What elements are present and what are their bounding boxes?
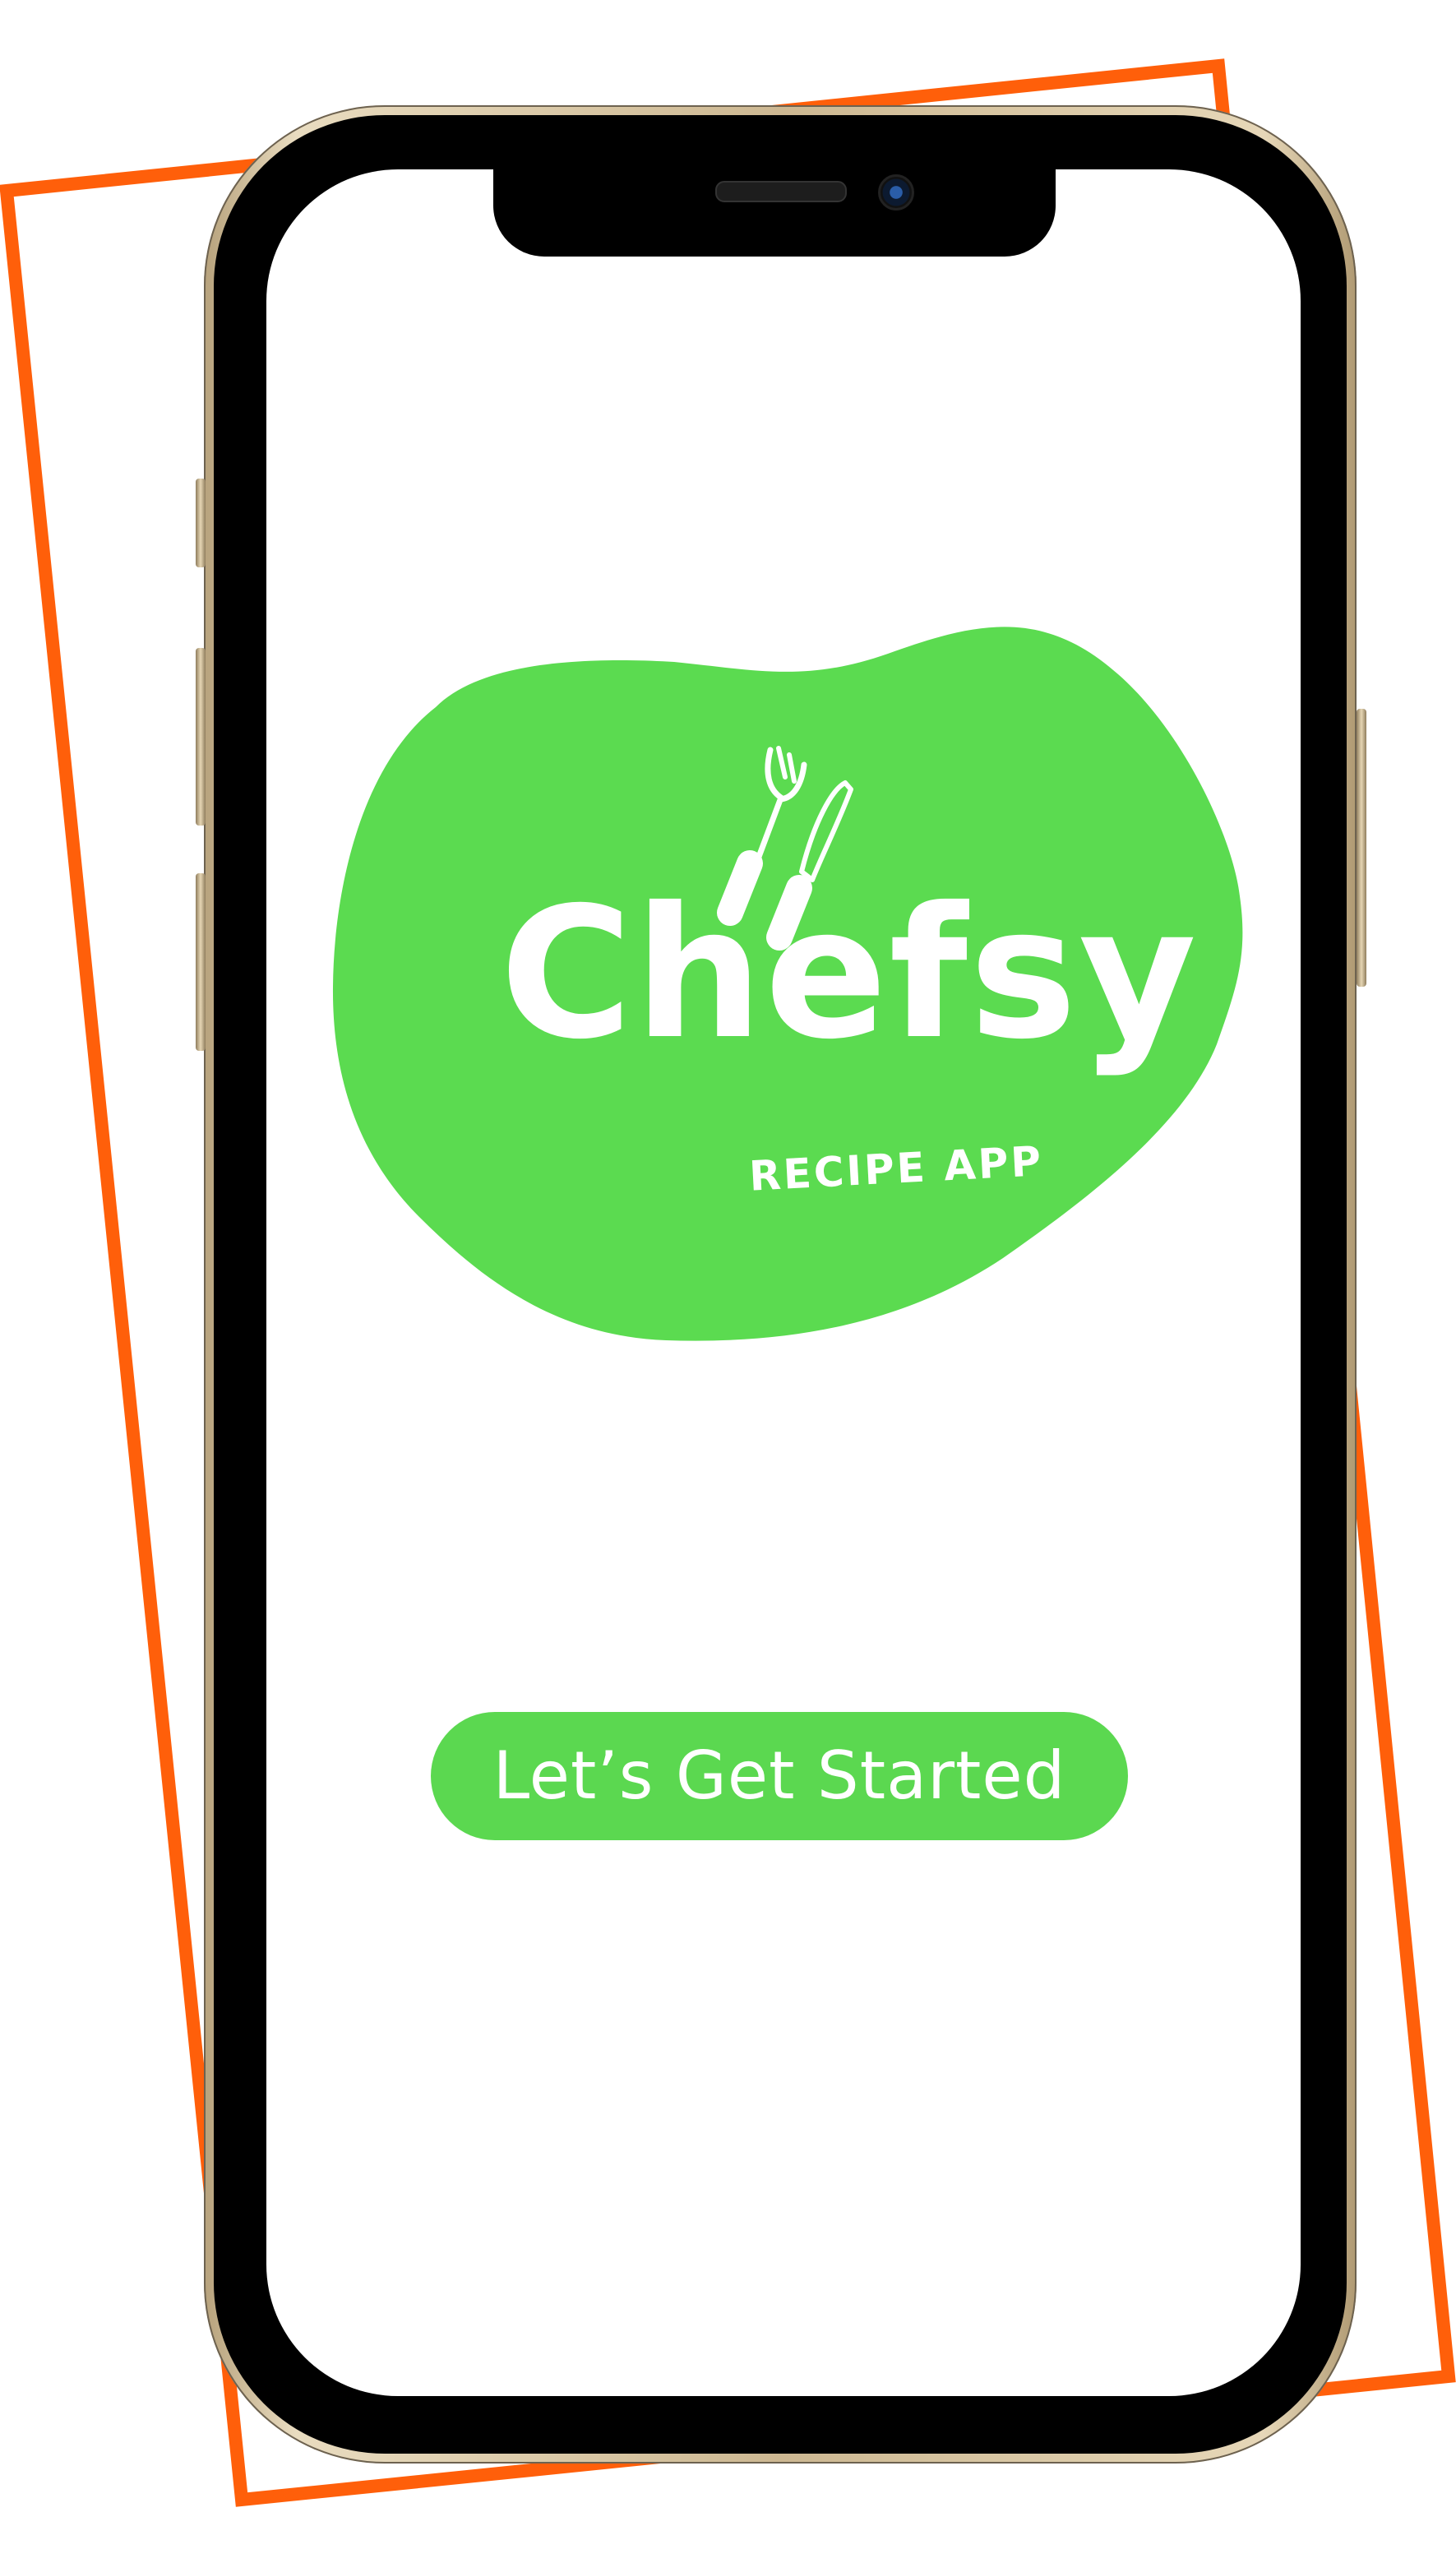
front-camera xyxy=(878,174,914,210)
earpiece-speaker xyxy=(715,181,847,202)
power-button xyxy=(1357,709,1366,987)
notch xyxy=(493,156,1056,257)
mute-switch xyxy=(196,479,206,567)
stage: Chefsy RECIPE APP Let’s Get Started xyxy=(0,0,1456,2563)
volume-down-button xyxy=(196,873,206,1051)
app-name-logo-text: Chefsy xyxy=(500,868,1198,1079)
chefsy-logo: Chefsy RECIPE APP xyxy=(332,627,1243,1341)
volume-up-button xyxy=(196,648,206,826)
get-started-button[interactable]: Let’s Get Started xyxy=(431,1712,1128,1840)
